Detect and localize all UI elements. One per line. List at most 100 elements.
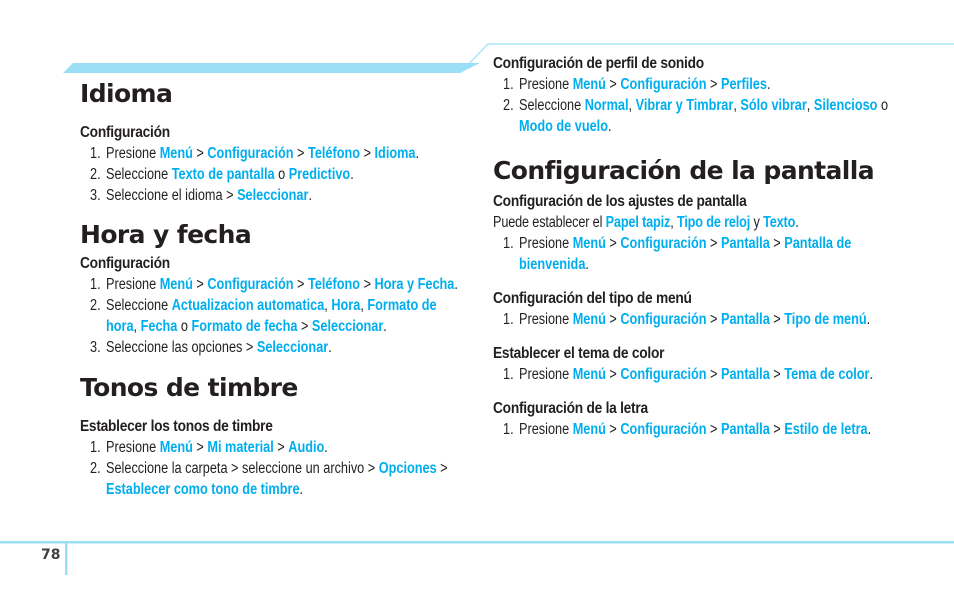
instruction-text: . xyxy=(299,481,304,498)
step-item: 2. Seleccione la carpeta > seleccione un … xyxy=(80,458,470,500)
step-item: 1. Presione Menú > Configuración > Pantal… xyxy=(493,364,913,385)
menu-path-item: Configuración xyxy=(207,276,294,293)
step-number: 2. xyxy=(90,297,101,314)
header-band-left xyxy=(63,63,480,73)
step-number: 1. xyxy=(503,366,514,383)
step-item: 1. Presione Menú > Configuración > Teléfo… xyxy=(80,143,470,164)
instruction-text: > xyxy=(192,439,208,456)
step-number: 1. xyxy=(503,76,514,93)
subsection-heading: Configuración xyxy=(80,124,170,141)
menu-path-item: Menú xyxy=(159,439,193,456)
instruction-text: o xyxy=(274,166,289,183)
steps-list: 1. Presione Menú > Configuración > Pantal… xyxy=(493,233,913,275)
menu-path-item: Sólo vibrar xyxy=(740,97,807,114)
instruction-text: Puede establecer el xyxy=(493,214,606,231)
instruction-text: Presione xyxy=(519,421,573,438)
step-text: Seleccione la carpeta > seleccione un ar… xyxy=(106,458,470,500)
instruction-text: Seleccione xyxy=(106,297,172,314)
menu-path-item: Menú xyxy=(572,366,606,383)
instruction-text: > xyxy=(436,460,448,477)
instruction-text: . xyxy=(795,214,799,231)
instruction-text: > xyxy=(769,421,785,438)
instruction-text: Presione xyxy=(106,145,160,162)
subsection-heading: Configuración de la letra xyxy=(493,400,648,417)
instruction-text: > xyxy=(360,276,375,293)
step-number: 2. xyxy=(503,97,514,114)
step-item: 3. Seleccione las opciones > Seleccionar. xyxy=(80,337,470,358)
section-title-idioma: Idioma xyxy=(80,79,173,108)
instruction-text: Seleccione las opciones > xyxy=(106,339,257,356)
instruction-text: Presione xyxy=(519,366,573,383)
menu-path-item: Menú xyxy=(572,76,606,93)
menu-path-item: Seleccionar xyxy=(311,318,384,335)
instruction-text: . xyxy=(324,439,328,456)
instruction-text: Seleccione el idioma > xyxy=(106,187,238,204)
step-text: Presione Menú > Configuración > Teléfono… xyxy=(106,143,470,164)
step-text: Presione Menú > Configuración > Pantalla… xyxy=(519,233,913,275)
instruction-text: > xyxy=(605,235,621,252)
menu-path-item: Normal xyxy=(584,97,629,114)
instruction-text: o xyxy=(877,97,889,114)
menu-path-item: Seleccionar xyxy=(256,339,329,356)
instruction-text: y xyxy=(750,214,764,231)
menu-path-item: Silencioso xyxy=(813,97,878,114)
menu-path-item: Menú xyxy=(572,421,606,438)
steps-list: 1. Presione Menú > Configuración > Pantal… xyxy=(493,419,913,440)
step-number: 1. xyxy=(503,421,514,438)
menu-path-item: Menú xyxy=(159,145,193,162)
instruction-text: . xyxy=(328,339,332,356)
instruction-text: . xyxy=(607,118,612,135)
section-title-pantalla: Configuración de la pantalla xyxy=(493,156,875,185)
menu-path-item: Actualizacion automatica xyxy=(171,297,325,314)
step-number: 3. xyxy=(90,187,101,204)
step-item: 1. Presione Menú > Configuración > Pantal… xyxy=(493,233,913,275)
left-column: Idioma Configuración 1. Presione Menú > C… xyxy=(80,78,470,500)
step-text: Presione Menú > Configuración > Perfiles… xyxy=(519,74,913,95)
steps-list: 1. Presione Menú > Configuración > Teléfo… xyxy=(80,274,470,358)
page-number: 78 xyxy=(41,547,61,563)
instruction-text: > xyxy=(293,276,309,293)
menu-path-item: Menú xyxy=(572,311,606,328)
page-number-divider xyxy=(65,543,68,575)
instruction-text: > xyxy=(192,276,208,293)
instruction-text: Presione xyxy=(106,439,160,456)
instruction-text: > xyxy=(297,318,312,335)
menu-path-item: Configuración xyxy=(620,76,707,93)
subsection-heading: Configuración xyxy=(80,255,170,272)
step-number: 1. xyxy=(503,311,514,328)
step-text: Presione Menú > Configuración > Pantalla… xyxy=(519,419,913,440)
menu-path-item: Tipo de menú xyxy=(784,311,867,328)
subsection-heading: Establecer los tonos de timbre xyxy=(80,418,273,435)
menu-path-item: Vibrar y Timbrar xyxy=(635,97,734,114)
step-item: 1. Presione Menú > Configuración > Pantal… xyxy=(493,419,913,440)
step-text: Presione Menú > Configuración > Teléfono… xyxy=(106,274,470,295)
instruction-text: . xyxy=(308,187,312,204)
instruction-text: . xyxy=(867,421,872,438)
menu-path-item: Predictivo xyxy=(288,166,351,183)
menu-path-item: Mi material xyxy=(207,439,274,456)
instruction-text: , xyxy=(360,297,368,314)
menu-path-item: Configuración xyxy=(620,311,707,328)
menu-path-item: Texto xyxy=(763,214,796,231)
intro-text: Puede establecer el Papel tapiz, Tipo de… xyxy=(493,212,913,233)
instruction-text: . xyxy=(350,166,354,183)
instruction-text: > xyxy=(273,439,289,456)
menu-path-item: Papel tapiz xyxy=(605,214,671,231)
subsection-heading: Configuración de los ajustes de pantalla xyxy=(493,193,747,210)
subsection-heading: Configuración del tipo de menú xyxy=(493,290,692,307)
menu-path-item: Configuración xyxy=(620,421,707,438)
step-text: Seleccione el idioma > Seleccionar. xyxy=(106,185,470,206)
menu-path-item: Tema de color xyxy=(784,366,870,383)
step-text: Seleccione Texto de pantalla o Predictiv… xyxy=(106,164,470,185)
menu-path-item: Menú xyxy=(572,235,606,252)
step-number: 2. xyxy=(90,460,101,477)
step-text: Presione Menú > Mi material > Audio. xyxy=(106,437,470,458)
step-item: 2. Seleccione Texto de pantalla o Predict… xyxy=(80,164,470,185)
menu-path-item: Configuración xyxy=(620,366,707,383)
menu-path-item: Establecer como tono de timbre xyxy=(106,481,300,498)
steps-list: 1. Presione Menú > Mi material > Audio. 2.… xyxy=(80,437,470,500)
step-item: 1. Presione Menú > Configuración > Pantal… xyxy=(493,309,913,330)
instruction-text: Seleccione xyxy=(106,166,172,183)
menu-path-item: Pantalla xyxy=(721,421,770,438)
instruction-text: . xyxy=(866,311,871,328)
